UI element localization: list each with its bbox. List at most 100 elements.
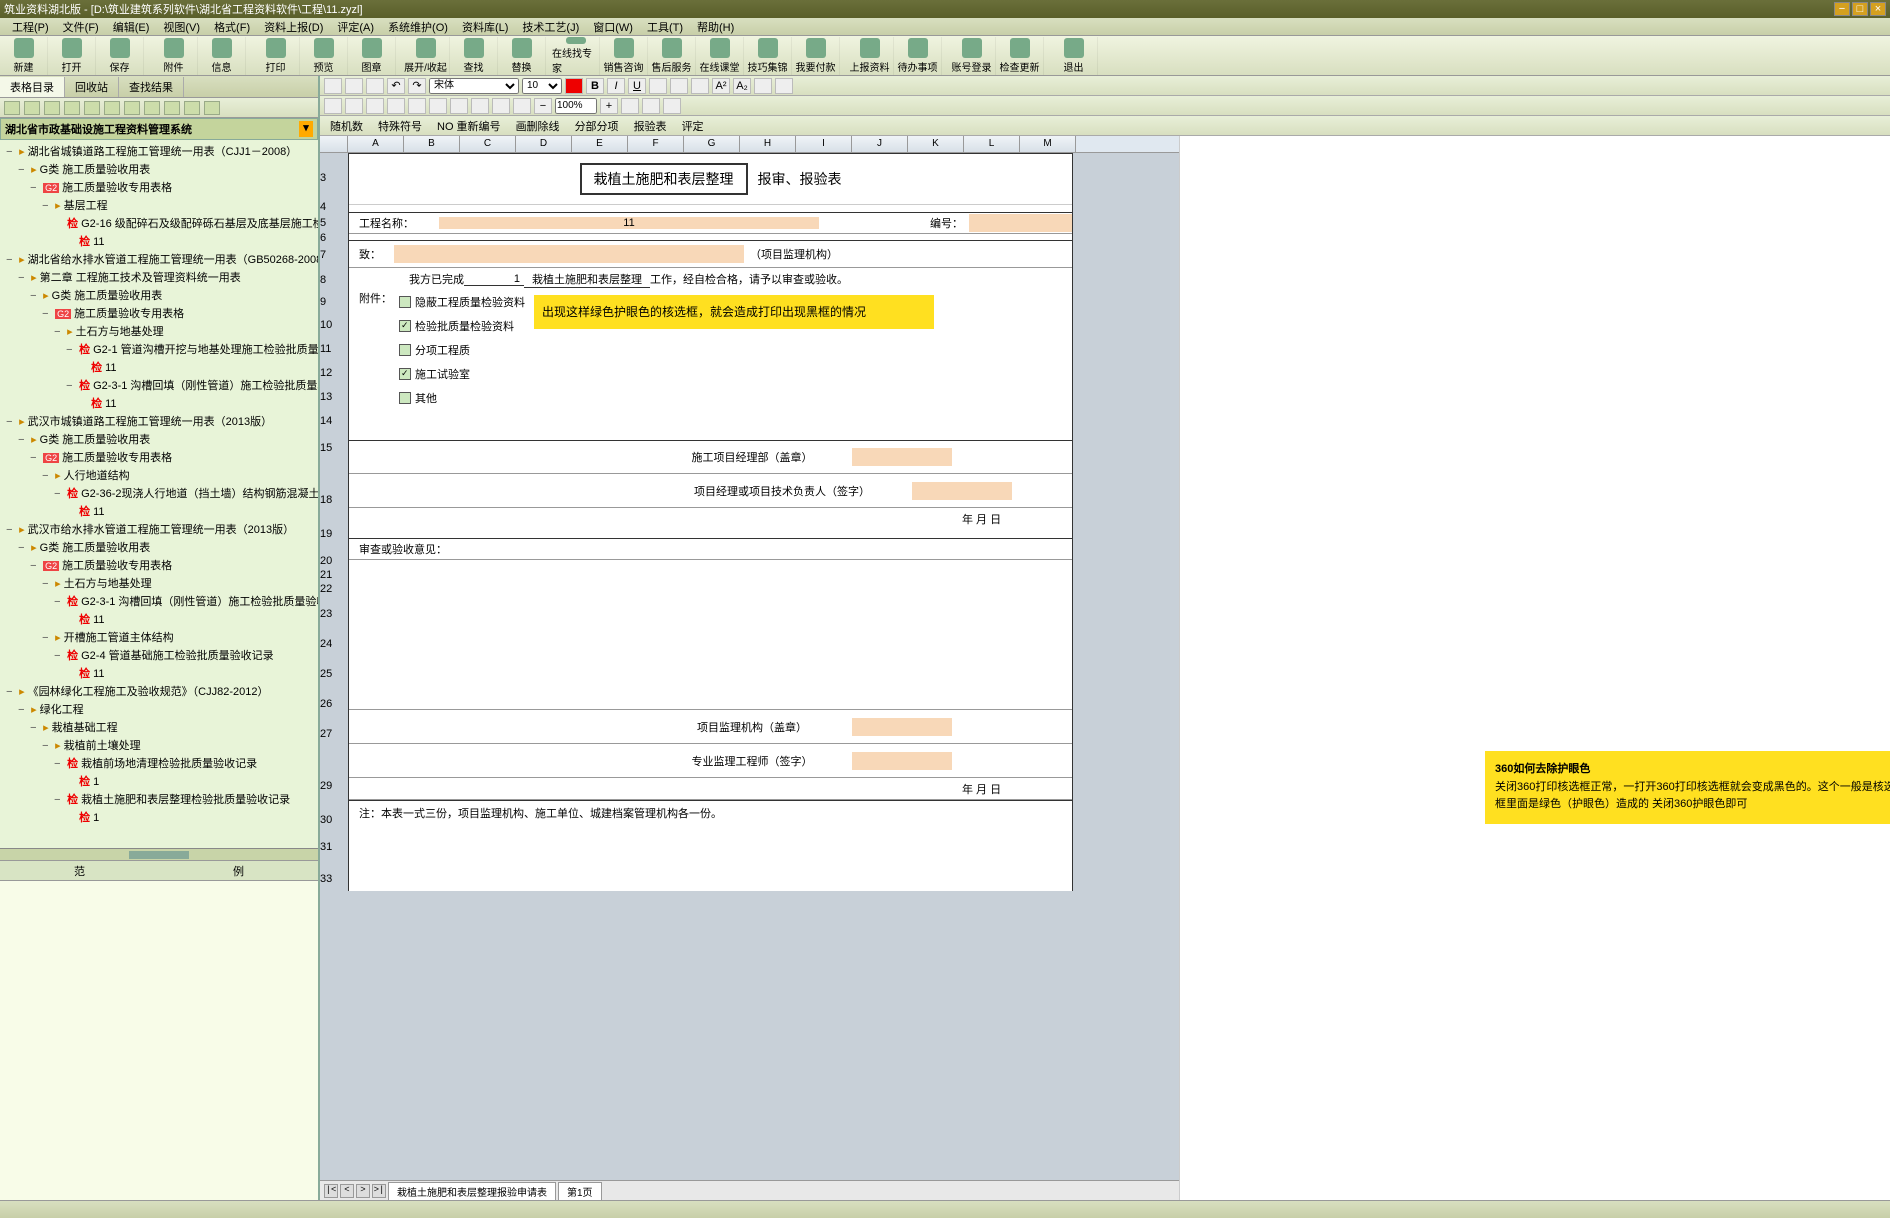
color-icon[interactable] (565, 78, 583, 94)
toolbar3-button[interactable]: 分部分项 (569, 118, 625, 134)
tb2-btn[interactable] (513, 98, 531, 114)
toolbar-button[interactable]: 附件 (150, 37, 198, 75)
row-header[interactable]: 26 (320, 689, 348, 719)
col-header[interactable]: L (964, 136, 1020, 152)
menu-item[interactable]: 评定(A) (331, 18, 380, 36)
sig-value[interactable] (852, 718, 952, 736)
checkbox-icon[interactable] (399, 320, 411, 332)
tree-node[interactable]: − ▸ 湖北省给水排水管道工程施工管理统一用表（GB50268-2008） (2, 250, 316, 268)
row-header[interactable]: 22 (320, 579, 348, 599)
toolbar3-button[interactable]: 画删除线 (510, 118, 566, 134)
sheet-body[interactable]: 3456789101112131415181920212223242526272… (320, 153, 1179, 1180)
mini-btn[interactable] (164, 101, 180, 115)
tree-node[interactable]: − ▸ G类 施工质量验收用表 (2, 286, 316, 304)
toolbar-button[interactable]: 在线课堂 (696, 37, 744, 75)
sup-icon[interactable]: A² (712, 78, 730, 94)
tb2-btn[interactable] (366, 98, 384, 114)
tree-node[interactable]: − ▸ G类 施工质量验收用表 (2, 160, 316, 178)
left-tab[interactable]: 表格目录 (0, 77, 65, 97)
row-header[interactable] (320, 463, 348, 483)
border-icon[interactable] (754, 78, 772, 94)
tb2-btn[interactable] (345, 98, 363, 114)
copy-icon[interactable] (345, 78, 363, 94)
tree-node[interactable]: − 检 G2-4 管道基础施工检验批质量验收记录 (2, 646, 316, 664)
sig-value[interactable] (852, 448, 952, 466)
toolbar-button[interactable]: 保存 (96, 37, 144, 75)
toolbar-button[interactable]: 技巧集锦 (744, 37, 792, 75)
first-tab-icon[interactable]: |< (324, 1184, 338, 1198)
size-select[interactable]: 10 (522, 78, 562, 94)
row-header[interactable]: 11 (320, 337, 348, 361)
tree-node[interactable]: − ▸ 土石方与地基处理 (2, 322, 316, 340)
menu-item[interactable]: 技术工艺(J) (516, 18, 585, 36)
toolbar3-button[interactable]: 特殊符号 (372, 118, 428, 134)
toolbar3-button[interactable]: 随机数 (324, 118, 369, 134)
toolbar-button[interactable]: 打印 (252, 37, 300, 75)
menu-item[interactable]: 帮助(H) (691, 18, 740, 36)
tree-node[interactable]: − ▸ 湖北省城镇道路工程施工管理统一用表（CJJ1－2008） (2, 142, 316, 160)
checkbox-icon[interactable] (399, 296, 411, 308)
row-header[interactable]: 7 (320, 241, 348, 269)
tree-node[interactable]: − 检 栽植前场地清理检验批质量验收记录 (2, 754, 316, 772)
menu-item[interactable]: 格式(F) (208, 18, 256, 36)
col-header[interactable]: K (908, 136, 964, 152)
row-header[interactable]: 25 (320, 659, 348, 689)
tb2-btn[interactable] (621, 98, 639, 114)
row-header[interactable]: 9 (320, 291, 348, 313)
fanli-bar[interactable]: 范 例 (0, 860, 318, 880)
row-header[interactable]: 3 (320, 153, 348, 203)
tb2-btn[interactable] (324, 98, 342, 114)
sig-value[interactable] (912, 482, 1012, 500)
last-tab-icon[interactable]: >| (372, 1184, 386, 1198)
next-tab-icon[interactable]: > (356, 1184, 370, 1198)
align-center-icon[interactable] (670, 78, 688, 94)
menu-item[interactable]: 资料库(L) (456, 18, 514, 36)
menu-item[interactable]: 文件(F) (57, 18, 105, 36)
checkbox-icon[interactable] (399, 392, 411, 404)
row-header[interactable]: 27 (320, 719, 348, 749)
tree-node[interactable]: − 检 G2-36-2现浇人行地道（挡土墙）结构钢筋混凝土侧墙 (2, 484, 316, 502)
undo-icon[interactable]: ↶ (387, 78, 405, 94)
toolbar-button[interactable]: 图章 (348, 37, 396, 75)
col-header[interactable]: M (1020, 136, 1076, 152)
tree-node[interactable]: − ▸ G类 施工质量验收用表 (2, 430, 316, 448)
toolbar-button[interactable]: 销售咨询 (600, 37, 648, 75)
align-right-icon[interactable] (691, 78, 709, 94)
row-header[interactable]: 4 (320, 203, 348, 211)
col-header[interactable]: B (404, 136, 460, 152)
row-header[interactable]: 12 (320, 361, 348, 385)
tb2-btn[interactable] (429, 98, 447, 114)
tb2-btn[interactable] (450, 98, 468, 114)
left-tab[interactable]: 查找结果 (119, 77, 184, 97)
tree-node[interactable]: − G2 施工质量验收专用表格 (2, 178, 316, 196)
tb2-btn[interactable] (408, 98, 426, 114)
row-header[interactable]: 10 (320, 313, 348, 337)
mini-btn[interactable] (44, 101, 60, 115)
date-label[interactable]: 年 月 日 (962, 511, 1072, 527)
tree-node[interactable]: 检 G2-16 级配碎石及级配碎砾石基层及底基层施工检验批质 (2, 214, 316, 232)
tree-node[interactable]: − ▸ 《园林绿化工程施工及验收规范》（CJJ82-2012） (2, 682, 316, 700)
mini-btn[interactable] (24, 101, 40, 115)
tree-node[interactable]: − ▸ 土石方与地基处理 (2, 574, 316, 592)
row-header[interactable]: 30 (320, 803, 348, 837)
toolbar-button[interactable]: 展开/收起 (402, 37, 450, 75)
tree-node[interactable]: 检 11 (2, 502, 316, 520)
menu-item[interactable]: 编辑(E) (107, 18, 156, 36)
toolbar-button[interactable]: 替换 (498, 37, 546, 75)
menu-item[interactable]: 工程(P) (6, 18, 55, 36)
tree-node[interactable]: 检 11 (2, 610, 316, 628)
col-header[interactable]: D (516, 136, 572, 152)
toolbar-button[interactable]: 信息 (198, 37, 246, 75)
tree-node[interactable]: − ▸ 第二章 工程施工技术及管理资料统一用表 (2, 268, 316, 286)
row-header[interactable]: 19 (320, 517, 348, 551)
tree-node[interactable]: − ▸ 人行地道结构 (2, 466, 316, 484)
toolbar-button[interactable]: 预览 (300, 37, 348, 75)
row-header[interactable]: 8 (320, 269, 348, 291)
checkbox-icon[interactable] (399, 368, 411, 380)
done-no[interactable]: 1 (464, 273, 524, 286)
tree-node[interactable]: 检 11 (2, 358, 316, 376)
tree-node[interactable]: 检 11 (2, 394, 316, 412)
col-header[interactable]: F (628, 136, 684, 152)
tree-node[interactable]: − ▸ 武汉市城镇道路工程施工管理统一用表（2013版） (2, 412, 316, 430)
menu-item[interactable]: 视图(V) (157, 18, 206, 36)
